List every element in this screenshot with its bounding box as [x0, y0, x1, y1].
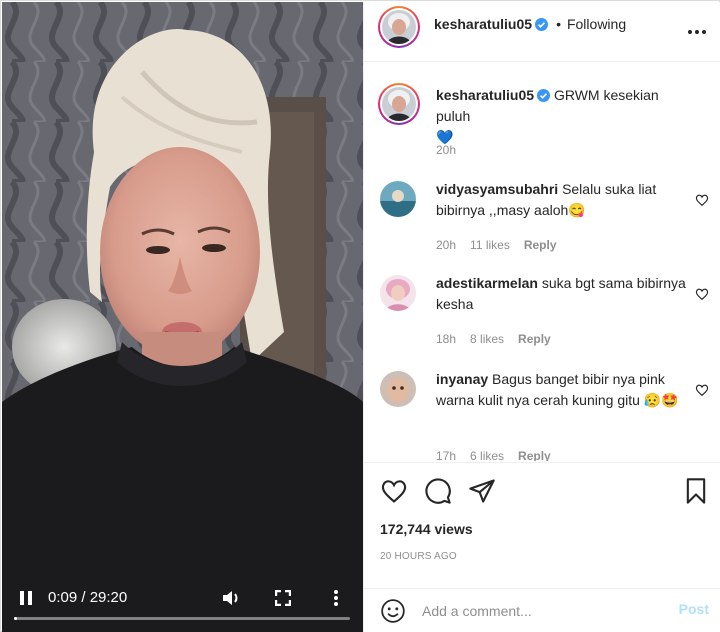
more-vertical-icon [334, 590, 338, 606]
comment-like-heart-icon[interactable] [695, 383, 709, 397]
separator-dot: • [556, 16, 561, 32]
post-timestamp[interactable]: 20 HOURS AGO [380, 551, 457, 562]
comment-meta: 20h 11 likes Reply [436, 238, 571, 252]
add-comment-bar: Post [364, 588, 720, 632]
video-player[interactable]: 0:09 / 29:20 [2, 2, 363, 632]
comment-username[interactable]: vidyasyamsubahri [436, 181, 558, 197]
comment-time[interactable]: 18h [436, 332, 456, 346]
author-username[interactable]: kesharatuliu05 [434, 16, 532, 32]
commenter-avatar-image [380, 371, 416, 407]
comment-bubble-icon[interactable] [424, 477, 452, 505]
like-heart-icon[interactable] [380, 477, 408, 505]
instagram-post-window: 0:09 / 29:20 kesharatuliu05 • Following … [0, 0, 720, 632]
post-comment-button[interactable]: Post [679, 601, 709, 617]
comment-likes[interactable]: 11 likes [470, 238, 510, 252]
video-more-button[interactable] [324, 586, 348, 610]
video-controls-row: 0:09 / 29:20 [2, 586, 363, 610]
comment-reply-button[interactable]: Reply [524, 238, 557, 252]
add-comment-input[interactable] [422, 599, 662, 623]
author-avatar-image [382, 10, 416, 44]
post-actions: 172,744 views 20 HOURS AGO Post [364, 462, 720, 632]
comment-reply-button[interactable]: Reply [518, 332, 551, 346]
comment-likes[interactable]: 6 likes [470, 449, 504, 461]
fullscreen-icon [275, 590, 291, 606]
caption-verified-badge-icon [537, 89, 551, 102]
comment-like-heart-icon[interactable] [695, 193, 709, 207]
commenter-avatar[interactable] [380, 275, 416, 311]
commenter-avatar-image [380, 275, 416, 311]
commenter-avatar-image [380, 181, 416, 217]
fullscreen-button[interactable] [270, 586, 296, 610]
author-avatar[interactable] [378, 6, 420, 48]
comment-meta: 17h 6 likes Reply [436, 449, 565, 461]
caption-time[interactable]: 20h [436, 143, 456, 157]
pause-button[interactable] [14, 586, 38, 610]
post-side-panel: kesharatuliu05 • Following kesharatuliu0… [363, 2, 720, 632]
volume-button[interactable] [218, 586, 244, 610]
caption-text-block: kesharatuliu05 GRWM kesekian puluh 💙 [436, 85, 688, 148]
comment-reply-button[interactable]: Reply [518, 449, 551, 461]
video-frame [2, 2, 363, 632]
comment-like-heart-icon[interactable] [695, 287, 709, 301]
video-controls: 0:09 / 29:20 [2, 572, 363, 632]
share-paper-plane-icon[interactable] [468, 477, 496, 505]
following-button[interactable]: Following [567, 16, 626, 32]
comment-text-block: adestikarmelan suka bgt sama bibirnya ke… [436, 273, 688, 315]
save-bookmark-icon[interactable] [682, 477, 710, 505]
comment-meta: 18h 8 likes Reply [436, 332, 565, 346]
comment-text-block: vidyasyamsubahri Selalu suka liat bibirn… [436, 179, 688, 221]
view-count[interactable]: 172,744 views [380, 521, 473, 537]
comment-time[interactable]: 20h [436, 238, 456, 252]
volume-icon [223, 591, 238, 605]
video-time: 0:09 / 29:20 [48, 589, 128, 606]
caption-author-avatar[interactable] [378, 83, 420, 125]
post-options-button[interactable] [687, 19, 707, 40]
post-header: kesharatuliu05 • Following [364, 2, 720, 62]
comment-text-block: inyanay Bagus banget bibir nya pink warn… [436, 369, 688, 411]
comment-username[interactable]: inyanay [436, 371, 488, 387]
comment-time[interactable]: 17h [436, 449, 456, 461]
emoji-smiley-icon[interactable] [380, 598, 406, 624]
comment-username[interactable]: adestikarmelan [436, 275, 538, 291]
caption-meta: 20h [436, 143, 470, 157]
caption-username[interactable]: kesharatuliu05 [436, 87, 534, 103]
more-horizontal-icon [688, 30, 706, 34]
commenter-avatar[interactable] [380, 371, 416, 407]
pause-icon [20, 591, 32, 605]
header-text: kesharatuliu05 • Following [434, 16, 626, 34]
verified-badge-icon [535, 18, 549, 31]
comment-likes[interactable]: 8 likes [470, 332, 504, 346]
commenter-avatar[interactable] [380, 181, 416, 217]
video-progress-bar[interactable] [14, 617, 350, 620]
video-progress-fill [14, 617, 18, 620]
comments-list[interactable]: kesharatuliu05 GRWM kesekian puluh 💙 20h [364, 63, 720, 461]
caption-avatar-image [382, 87, 416, 121]
